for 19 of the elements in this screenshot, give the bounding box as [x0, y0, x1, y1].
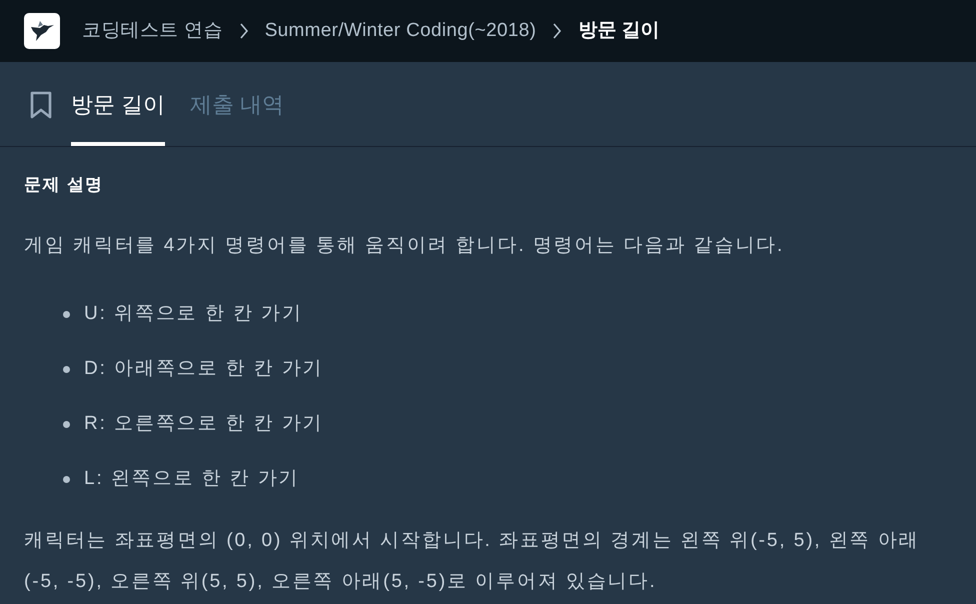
breadcrumb-current[interactable]: 방문 길이: [578, 16, 660, 46]
bullet-icon: [63, 476, 70, 482]
bullet-icon: [63, 420, 70, 428]
section-heading: 문제 설명: [24, 174, 105, 196]
list-item-text: D: 아래쪽으로 한 칸 가기: [84, 357, 324, 381]
list-item-text: L: 왼쪽으로 한 칸 가기: [84, 467, 300, 491]
breadcrumb-link[interactable]: 코딩테스트 연습: [82, 16, 223, 46]
body-paragraph: 캐릭터는 좌표평면의 (0, 0) 위치에서 시작합니다. 좌표평면의 경계는 왼쪽 위(-5, 5), 왼쪽 아래 (-5, -5), 오른쪽 위(5, 5), 오른쪽 아래(5, -5)로 이루어져 있습니다.: [24, 529, 921, 594]
chevron-right-icon: [552, 22, 562, 40]
breadcrumb-link[interactable]: Summer/Winter Coding(~2018): [264, 16, 536, 46]
list-item-text: R: 오른쪽으로 한 칸 가기: [84, 412, 324, 436]
list-item-text: U: 위쪽으로 한 칸 가기: [84, 302, 303, 326]
chevron-right-icon: [238, 22, 249, 40]
bullet-icon: [63, 366, 70, 372]
intro-paragraph: 게임 캐릭터를 4가지 명령어를 통해 움직이려 합니다. 명령어는 다음과 같습니다.: [24, 234, 786, 258]
tab[interactable]: 방문 길이: [71, 62, 166, 146]
bird-logo-icon[interactable]: [24, 13, 60, 49]
bookmark-icon: [29, 91, 53, 119]
bullet-icon: [63, 310, 70, 318]
